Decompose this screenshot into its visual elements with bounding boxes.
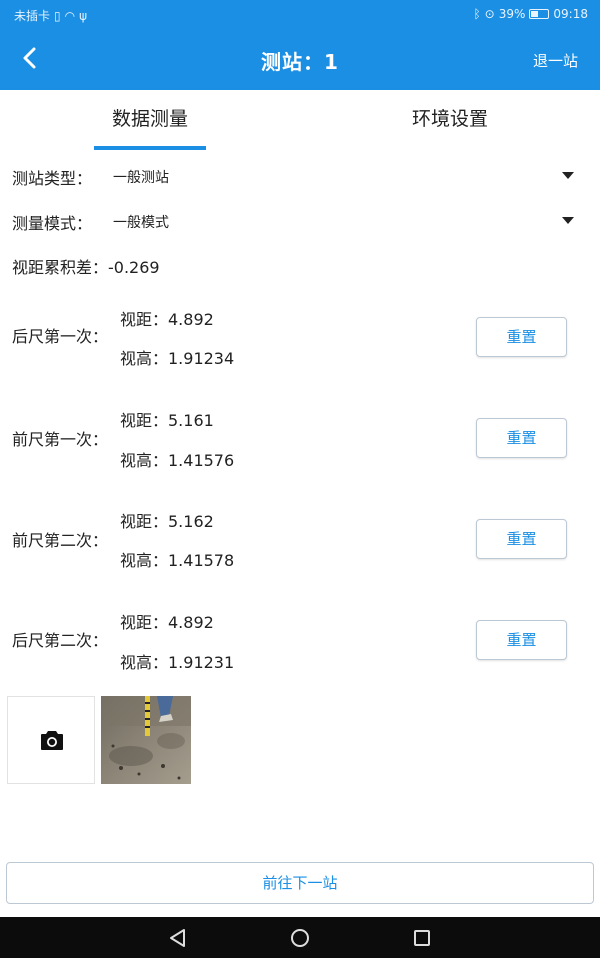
camera-icon [41,731,63,750]
wifi-icon: ◠ [64,8,76,23]
nav-recents-button[interactable] [410,927,434,949]
battery-icon [529,9,550,19]
location-icon: ⊙ [484,7,495,21]
station-type-label: 测站类型： [12,169,93,188]
circle-home-icon [291,929,309,947]
status-right: ᛒ ⊙ 39% 09:18 [473,7,588,21]
reset-button[interactable]: 重置 [476,317,567,357]
battery-percent: 39% [498,7,526,21]
sim-status: 未插卡 [14,9,51,23]
photo-image [101,696,191,784]
nav-home-button[interactable] [288,927,312,949]
bluetooth-icon: ᛒ [473,7,481,21]
station-type-dropdown-icon[interactable] [562,172,574,179]
square-recents-icon [414,930,430,946]
measurement-label: 后尺第二次： [12,631,109,650]
tab-data-measurement[interactable]: 数据测量 [0,90,300,150]
photo-thumbnail[interactable] [101,696,191,784]
cumulative-difference: 视距累积差：-0.269 [12,254,160,278]
tab-bar: 数据测量 环境设置 [0,90,600,150]
exit-station-button[interactable]: 退一站 [533,50,578,71]
add-photo-button[interactable] [7,696,95,784]
triangle-back-icon [170,929,185,947]
measurement-distance: 视距：5.162 [120,512,214,531]
status-bar: 未插卡 ▯ ◠ ψ ᛒ ⊙ 39% 09:18 [0,0,600,28]
measurement-label: 前尺第二次： [12,531,109,550]
cumulative-value: -0.269 [108,258,160,277]
measurement-height: 视高：1.41578 [120,551,235,570]
mode-label: 测量模式： [12,214,93,233]
system-navigation-bar [0,917,600,958]
usb-icon: ψ [79,8,88,23]
measurement-label: 前尺第一次： [12,430,109,449]
measurement-label: 后尺第一次： [12,327,109,346]
measurement-height: 视高：1.91231 [120,653,235,672]
active-tab-indicator [94,146,206,150]
measurement-distance: 视距：5.161 [120,411,214,430]
measurement-height: 视高：1.91234 [120,349,235,368]
reset-button[interactable]: 重置 [476,418,567,458]
app-header: 未插卡 ▯ ◠ ψ ᛒ ⊙ 39% 09:18 测站：1 退一站 [0,0,600,90]
nav-back-button[interactable] [166,927,190,949]
measurement-distance: 视距：4.892 [120,613,214,632]
sim-icon: ▯ [54,8,61,23]
station-type-select[interactable]: 一般测站 [113,167,169,187]
page-title: 测站：1 [261,50,339,74]
reset-button[interactable]: 重置 [476,519,567,559]
clock: 09:18 [553,7,588,21]
mode-dropdown-icon[interactable] [562,217,574,224]
tab-environment-settings[interactable]: 环境设置 [300,90,600,150]
status-left: 未插卡 ▯ ◠ ψ [14,7,87,24]
measurement-height: 视高：1.41576 [120,451,235,470]
measurement-distance: 视距：4.892 [120,310,214,329]
reset-button[interactable]: 重置 [476,620,567,660]
cumulative-label: 视距累积差： [12,258,109,277]
next-station-button[interactable]: 前往下一站 [6,862,594,904]
mode-select[interactable]: 一般模式 [113,212,169,232]
